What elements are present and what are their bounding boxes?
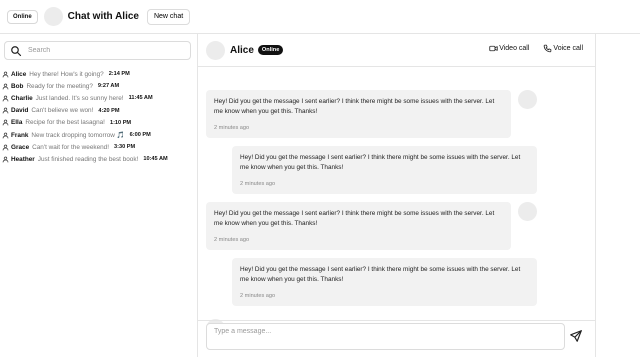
avatar <box>518 90 537 109</box>
person-icon <box>2 71 9 78</box>
video-camera-icon <box>489 45 498 52</box>
message-composer <box>198 320 596 357</box>
message-time: 2 minutes ago <box>214 125 250 131</box>
chat-header: Alice Online Video call Voice call <box>198 34 596 67</box>
conversation-time: 3:30 PM <box>114 144 136 151</box>
conversation-item-grace[interactable]: Grace Can't wait for the weekend! 3:30 P… <box>0 141 198 153</box>
message-bubble: Hey! Did you get the message I sent earl… <box>206 90 511 138</box>
call-actions: Video call Voice call <box>489 44 583 53</box>
conversation-preview: Just finished reading the best book! <box>37 155 139 163</box>
message-text: Hey! Did you get the message I sent earl… <box>214 210 495 227</box>
conversation-preview: Just landed. It's so sunny here! <box>35 94 124 102</box>
conversation-name: Bob <box>11 82 24 90</box>
conversation-name: Heather <box>11 155 35 163</box>
conversation-time: 2:14 PM <box>108 71 130 78</box>
chat-panel: Alice Online Video call Voice call Hey! … <box>198 34 596 357</box>
conversation-preview: Can't wait for the weekend! <box>32 143 110 151</box>
message-bubble: Hey! Did you get the message I sent earl… <box>206 202 511 250</box>
conversation-name: Grace <box>11 143 30 151</box>
person-icon <box>2 132 9 138</box>
search-icon <box>11 45 22 56</box>
conversation-preview: Can't believe we won! <box>31 107 94 115</box>
person-icon <box>2 95 9 102</box>
conversation-list: Alice Hey there! How's it going? 2:14 PM… <box>0 68 198 166</box>
video-call-label: Video call <box>499 45 530 52</box>
message-bubble: Hey! Did you get the message I sent earl… <box>232 146 537 194</box>
avatar <box>43 7 63 26</box>
message-time: 2 minutes ago <box>240 293 276 299</box>
conversation-name: Ella <box>11 119 23 127</box>
conversation-time: 11:45 AM <box>128 95 153 102</box>
avatar <box>206 40 225 60</box>
conversation-item-alice[interactable]: Alice Hey there! How's it going? 2:14 PM <box>0 68 198 80</box>
contact-name: Alice <box>230 44 254 56</box>
online-status-pill: Online <box>7 9 38 24</box>
message-time: 2 minutes ago <box>214 237 250 243</box>
person-icon <box>2 144 9 151</box>
message-bubble: Hey! Did you get the message I sent earl… <box>232 258 537 306</box>
conversation-name: David <box>11 107 29 115</box>
top-bar: Online Chat with Alice New chat <box>0 0 640 34</box>
sidebar: Alice Hey there! How's it going? 2:14 PM… <box>0 34 198 357</box>
message-input[interactable] <box>206 323 565 350</box>
message-text: Hey! Did you get the message I sent earl… <box>240 154 521 171</box>
conversation-item-charlie[interactable]: Charlie Just landed. It's so sunny here!… <box>0 92 198 104</box>
person-icon <box>2 107 9 114</box>
search-box[interactable] <box>4 41 191 60</box>
conversation-item-frank[interactable]: Frank New track dropping tomorrow 🎵 6:00… <box>0 129 198 141</box>
person-icon <box>2 83 9 90</box>
send-icon[interactable] <box>569 329 583 343</box>
conversation-item-bob[interactable]: Bob Ready for the meeting? 9:27 AM <box>0 80 198 92</box>
new-chat-button[interactable]: New chat <box>146 8 191 25</box>
conversation-name: Charlie <box>11 94 33 102</box>
search-input[interactable] <box>28 47 178 54</box>
phone-icon <box>544 44 552 53</box>
conversation-item-heather[interactable]: Heather Just finished reading the best b… <box>0 153 198 165</box>
conversation-name: Alice <box>11 70 27 78</box>
message-list: Hey! Did you get the message I sent earl… <box>198 67 596 338</box>
person-icon <box>2 120 9 126</box>
conversation-item-david[interactable]: David Can't believe we won! 4:20 PM <box>0 105 198 117</box>
voice-call-button[interactable]: Voice call <box>543 44 583 53</box>
conversation-name: Frank <box>11 131 29 139</box>
conversation-time: 4:20 PM <box>98 107 120 114</box>
message-time: 2 minutes ago <box>240 181 276 187</box>
conversation-preview: Ready for the meeting? <box>26 82 93 90</box>
avatar <box>518 202 537 221</box>
conversation-time: 9:27 AM <box>97 83 120 90</box>
message-text: Hey! Did you get the message I sent earl… <box>214 98 495 115</box>
conversation-preview: Recipe for the best lasagna! <box>25 119 105 127</box>
status-badge: Online <box>257 45 284 55</box>
person-icon <box>2 156 9 163</box>
voice-call-label: Voice call <box>553 45 583 52</box>
conversation-preview: Hey there! How's it going? <box>29 70 104 78</box>
page-title: Chat with Alice <box>67 11 139 22</box>
message-text: Hey! Did you get the message I sent earl… <box>240 266 521 283</box>
conversation-time: 10:45 AM <box>143 156 168 163</box>
video-call-button[interactable]: Video call <box>489 44 529 53</box>
conversation-item-ella[interactable]: Ella Recipe for the best lasagna! 1:10 P… <box>0 117 198 129</box>
conversation-time: 1:10 PM <box>109 119 132 126</box>
conversation-preview: New track dropping tomorrow 🎵 <box>31 132 125 140</box>
conversation-time: 6:00 PM <box>129 132 151 139</box>
